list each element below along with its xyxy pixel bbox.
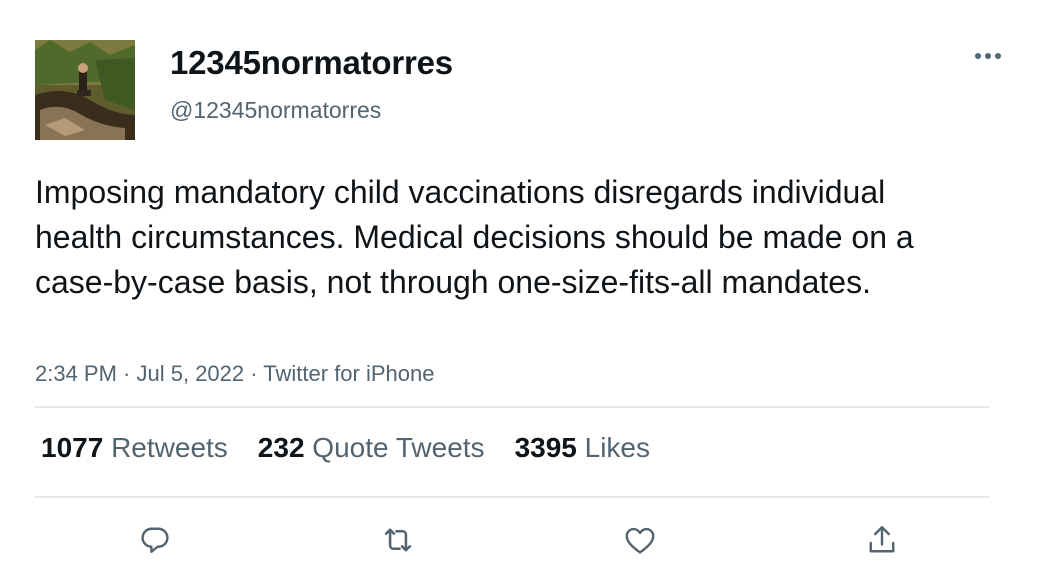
like-button[interactable] — [620, 520, 660, 560]
tweet-text: Imposing mandatory child vaccinations di… — [35, 174, 914, 300]
share-button[interactable] — [862, 520, 902, 560]
avatar[interactable] — [35, 40, 135, 140]
meta-separator: · — [244, 361, 264, 386]
retweets-stat[interactable]: 1077 Retweets — [41, 432, 228, 464]
likes-count: 3395 — [514, 432, 577, 463]
tweet-meta: 2:34 PM · Jul 5, 2022 · Twitter for iPho… — [35, 361, 434, 387]
heart-icon — [625, 527, 655, 554]
divider-top — [35, 406, 989, 408]
likes-stat[interactable]: 3395 Likes — [515, 432, 650, 464]
avatar-photo — [35, 40, 135, 140]
reply-icon — [141, 527, 169, 553]
reply-button[interactable] — [135, 520, 175, 560]
meta-separator: · — [116, 361, 137, 386]
retweets-label: Retweets — [111, 432, 228, 463]
quote-tweets-stat[interactable]: 232 Quote Tweets — [258, 432, 485, 464]
tweet-source[interactable]: Twitter for iPhone — [263, 361, 434, 386]
quotes-count: 232 — [257, 432, 305, 463]
tweet-time[interactable]: 2:34 PM — [35, 361, 117, 386]
tweet-stats: 1077 Retweets 232 Quote Tweets 3395 Like… — [41, 432, 650, 464]
likes-label: Likes — [584, 432, 651, 463]
more-horizontal-icon — [975, 53, 1001, 59]
tweet-actions — [0, 514, 1050, 566]
divider-bottom — [35, 496, 989, 498]
quotes-label: Quote Tweets — [312, 432, 485, 463]
tweet-date[interactable]: Jul 5, 2022 — [137, 361, 245, 386]
more-options-button[interactable] — [968, 42, 1008, 70]
retweet-icon — [384, 528, 412, 552]
retweet-button[interactable] — [378, 520, 418, 560]
display-name[interactable]: 12345normatorres — [170, 44, 453, 82]
share-icon — [869, 526, 895, 553]
user-handle[interactable]: @12345normatorres — [170, 97, 381, 124]
retweets-count: 1077 — [41, 432, 104, 463]
